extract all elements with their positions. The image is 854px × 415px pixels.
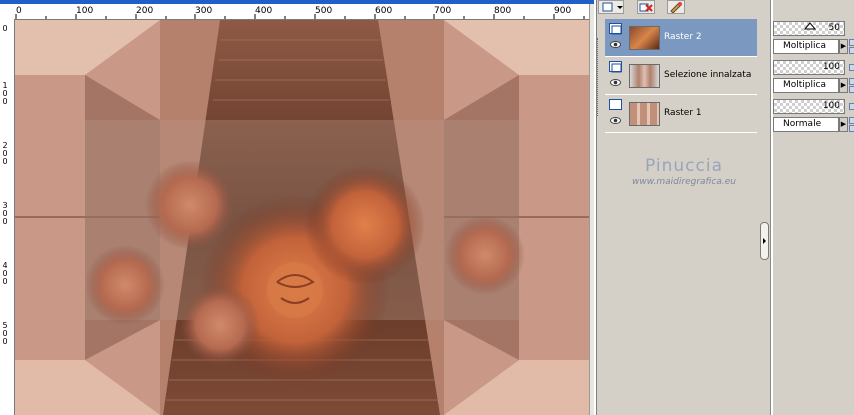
layer-row-selezione-innalzata[interactable]: Selezione innalzata [605, 57, 757, 95]
opacity-slider-thumb-icon[interactable] [804, 22, 816, 30]
promoted-selection-thumbnail-icon [629, 64, 660, 88]
ruler-label: 5 0 0 [2, 321, 8, 346]
delete-layer-icon[interactable] [637, 0, 655, 14]
layer-toolbar [597, 0, 770, 16]
horizontal-ruler: 0 100 200 300 400 500 600 700 800 900 [0, 0, 594, 20]
visibility-eye-icon[interactable] [610, 41, 621, 48]
link-icon[interactable] [849, 125, 854, 132]
link-icon[interactable] [849, 117, 854, 124]
opacity-value: 100 [822, 62, 840, 72]
opacity-slider[interactable]: 50 [773, 21, 845, 36]
lock-icon[interactable] [849, 64, 854, 71]
image-canvas[interactable] [15, 20, 589, 415]
raster-thumbnail-icon [629, 102, 660, 126]
blend-mode-select[interactable]: Moltiplica [773, 39, 839, 54]
watermark-url: www.maidiregrafica.eu [632, 177, 736, 187]
layer-name: Raster 2 [664, 32, 702, 42]
layer-tree-line [597, 38, 599, 116]
link-icon[interactable] [849, 78, 854, 85]
lock-icon[interactable] [849, 39, 854, 46]
chevron-right-icon[interactable]: ▶ [839, 78, 848, 93]
opacity-value: 50 [828, 23, 840, 33]
roses-thumbnail-icon [629, 26, 660, 50]
layer-palette: Raster 2 Selezione innalzata Raster 1 [597, 16, 770, 415]
chevron-right-icon[interactable]: ▶ [839, 39, 848, 54]
visibility-eye-icon[interactable] [610, 79, 621, 86]
ruler-label: 0 [2, 24, 8, 33]
layer-name: Raster 1 [664, 108, 702, 118]
link-icon[interactable] [849, 86, 854, 93]
ruler-label: 2 0 0 [2, 141, 8, 166]
layer-properties-icon[interactable] [667, 0, 685, 14]
ruler-label: 3 0 0 [2, 201, 8, 226]
layer-name: Selezione innalzata [664, 70, 752, 80]
new-layer-icon[interactable] [598, 0, 624, 14]
lock-icon[interactable] [849, 103, 854, 110]
layer-properties-raster-1: 100 Normale ▶ [773, 97, 854, 135]
layer-properties-selezione-innalzata: 100 Moltiplica ▶ [773, 58, 854, 96]
link-icon[interactable] [849, 47, 854, 54]
opacity-slider[interactable]: 100 [773, 60, 845, 75]
layer-row-raster-2[interactable]: Raster 2 [605, 19, 757, 57]
vertical-ruler: 0 1 0 0 2 0 0 3 0 0 4 0 0 5 0 0 [0, 19, 15, 415]
layer-group-icon [609, 61, 622, 73]
chevron-right-icon[interactable]: ▶ [839, 117, 848, 132]
collapse-panel-handle[interactable] [760, 222, 769, 260]
ruler-label: 1 0 0 [2, 81, 8, 106]
opacity-value: 100 [822, 101, 840, 111]
ruler-ticks [15, 14, 585, 19]
blend-mode-select[interactable]: Moltiplica [773, 78, 839, 93]
watermark-name: Pinuccia [645, 156, 723, 176]
opacity-slider[interactable]: 100 [773, 99, 845, 114]
layer-group-icon [609, 99, 622, 110]
layer-row-raster-1[interactable]: Raster 1 [605, 95, 757, 133]
watermark: Pinuccia www.maidiregrafica.eu [600, 156, 768, 188]
layer-properties-raster-2: 50 Moltiplica ▶ [773, 19, 854, 57]
artwork-composition [15, 20, 589, 415]
ruler-label: 4 0 0 [2, 261, 8, 286]
layer-group-icon [609, 23, 622, 35]
visibility-eye-icon[interactable] [610, 117, 621, 124]
blend-mode-select[interactable]: Normale [773, 117, 839, 132]
